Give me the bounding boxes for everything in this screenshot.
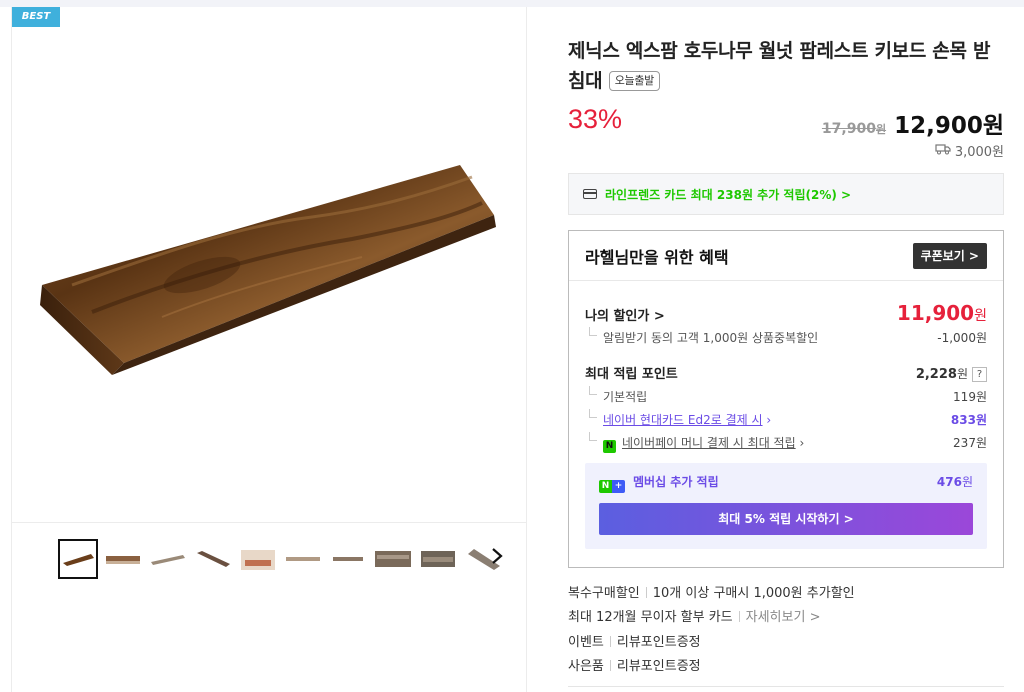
product-title: 제닉스 엑스팜 호두나무 월넛 팜레스트 키보드 손목 받침대 오늘출발 [568,36,1004,96]
original-price-value: 17,900 [821,121,876,137]
npay-icon: N [603,440,616,453]
my-price-value: 11,900 [896,301,975,325]
membership-box: N + 멤버십 추가 적립 476원 최대 5% 적립 시작하기 > [585,463,987,549]
basic-points-label: 기본적립 [585,386,647,405]
thumbnail-9[interactable] [418,539,458,579]
help-icon[interactable]: ? [972,367,987,382]
thumbnail-4[interactable] [193,539,233,579]
max-points-row: 최대 적립 포인트 2,228원? [585,363,987,382]
original-price-unit: 원 [875,123,887,136]
chevron-right-icon: › [762,413,772,427]
gift-info: 사은품 리뷰포인트증정 [568,655,701,674]
multi-buy-label: 복수구매할인 [568,586,640,601]
start-points-button[interactable]: 최대 5% 적립 시작하기 > [599,503,973,535]
sale-price: 12,900원 [894,113,1004,139]
discount-rate: 33% [568,104,623,134]
main-product-image[interactable] [12,27,526,521]
my-price-row: 나의 할인가 > 11,900원 [585,301,987,325]
hyundai-card-link[interactable]: 네이버 현대카드 Ed2로 결제 시 [603,413,763,427]
max-points: 2,228원? [916,365,987,382]
shipping-fee-value: 3,000원 [954,145,1004,160]
hyundai-card-value: 833원 [950,413,987,427]
basic-points-row: 기본적립 119원 [585,386,987,405]
naver-plus-plus: + [612,480,625,493]
benefit-box: 라헬님만을 위한 혜택 쿠폰보기 > 나의 할인가 > 11,900원 알림받기… [568,230,1004,568]
naver-plus-n: N [599,480,612,493]
my-price: 11,900원 [897,301,987,325]
truck-icon [935,143,951,159]
membership-label-wrap: N + 멤버십 추가 적립 [599,473,719,493]
divider [609,636,611,647]
coupon-view-button[interactable]: 쿠폰보기 > [912,242,987,269]
installment-info: 최대 12개월 무이자 할부 카드 자세히보기 > [568,606,820,625]
membership-label: 멤버십 추가 적립 [633,475,719,489]
benefit-title: 라헬님만을 위한 혜택 [585,247,729,267]
alarm-discount-row: 알림받기 동의 고객 1,000원 상품중복할인 -1,000원 [585,327,987,346]
gift-text: 리뷰포인트증정 [616,659,701,674]
my-price-label[interactable]: 나의 할인가 > [585,305,665,324]
max-points-unit: 원 [956,367,968,381]
event-text: 리뷰포인트증정 [616,635,701,650]
installment-text: 최대 12개월 무이자 할부 카드 [568,610,733,625]
installment-detail-link[interactable]: 자세히보기 > [746,610,821,625]
my-price-unit: 원 [974,308,987,324]
basic-points-value: 119원 [953,390,987,404]
chevron-right-icon[interactable] [490,545,510,573]
delivery-badge: 오늘출발 [608,71,660,91]
credit-card-icon [583,189,597,199]
original-price: 17,900원 [822,121,886,137]
thumbnail-strip [12,522,526,692]
best-badge: BEST [12,7,60,27]
gift-label: 사은품 [568,659,604,674]
hyundai-card-row: 네이버 현대카드 Ed2로 결제 시 › 833원 [585,409,987,428]
thumbnail-7[interactable] [328,539,368,579]
membership-unit: 원 [961,475,973,489]
alarm-discount-label: 알림받기 동의 고객 1,000원 상품중복할인 [585,327,818,346]
divider [568,686,1004,687]
thumbnail-8[interactable] [373,539,413,579]
thumbnail-5[interactable] [238,539,278,579]
divider [609,660,611,671]
npay-link[interactable]: 네이버페이 머니 결제 시 최대 적립 [622,436,796,450]
card-promo-text: 라인프렌즈 카드 최대 238원 추가 적립(2%) > [605,187,852,202]
thumbnail-6[interactable] [283,539,323,579]
membership-points: 476원 [937,473,973,493]
membership-value: 476 [936,475,962,489]
naver-plus-icon: N + [599,480,625,493]
multi-buy-text: 10개 이상 구매시 1,000원 추가할인 [652,586,855,601]
event-info: 이벤트 리뷰포인트증정 [568,631,701,650]
divider [645,587,647,598]
max-points-value: 2,228 [915,367,957,382]
npay-item: N 네이버페이 머니 결제 시 최대 적립 › [585,432,805,453]
shipping-fee: 3,000원 [935,141,1004,160]
max-points-label: 최대 적립 포인트 [585,367,678,382]
thumbnail-2[interactable] [103,539,143,579]
npay-value: 237원 [953,436,987,450]
event-label: 이벤트 [568,635,604,650]
hyundai-card-item: 네이버 현대카드 Ed2로 결제 시 › [585,409,772,428]
thumbnail-1[interactable] [58,539,98,579]
thumbnail-3[interactable] [148,539,188,579]
price-row: 17,900원 12,900원 [822,106,1004,140]
card-promo-banner[interactable]: 라인프렌즈 카드 최대 238원 추가 적립(2%) > [568,173,1004,215]
top-strip [0,0,1024,7]
npay-row: N 네이버페이 머니 결제 시 최대 적립 › 237원 [585,432,987,453]
divider [738,611,740,622]
chevron-right-icon: › [795,436,805,450]
multi-buy-discount: 복수구매할인 10개 이상 구매시 1,000원 추가할인 [568,582,855,601]
alarm-discount-value: -1,000원 [937,331,987,345]
product-gallery: BEST [11,7,527,692]
